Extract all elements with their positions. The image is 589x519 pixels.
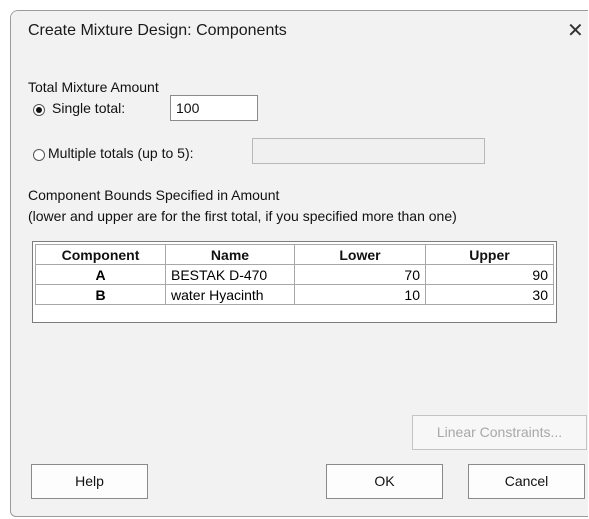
cancel-button[interactable]: Cancel [468,464,585,499]
multiple-totals-label: Multiple totals (up to 5): [48,145,194,161]
cell-component[interactable]: B [35,284,166,305]
bounds-heading: Component Bounds Specified in Amount [28,187,280,203]
bounds-note: (lower and upper are for the first total… [28,208,457,224]
linear-constraints-button[interactable]: Linear Constraints... [412,415,587,450]
column-header-upper: Upper [425,244,554,265]
table-row: A BESTAK D-470 70 90 [35,264,554,285]
ok-button[interactable]: OK [326,464,443,499]
cell-upper[interactable]: 30 [425,284,554,305]
multiple-totals-input[interactable] [252,138,485,164]
total-mixture-heading: Total Mixture Amount [28,79,159,95]
dialog-title: Create Mixture Design: Components [28,22,287,39]
cell-name[interactable]: water Hyacinth [165,284,295,305]
cell-lower[interactable]: 10 [294,284,426,305]
table-row: B water Hyacinth 10 30 [35,284,554,305]
cell-component[interactable]: A [35,264,166,285]
column-header-component: Component [35,244,166,265]
column-header-name: Name [165,244,295,265]
cell-upper[interactable]: 90 [425,264,554,285]
components-grid[interactable]: Component Name Lower Upper A BESTAK D-47… [32,241,557,323]
single-total-label: Single total: [52,100,126,116]
title-bar: Create Mixture Design: Components ✕ [11,11,588,53]
cell-name[interactable]: BESTAK D-470 [165,264,295,285]
close-icon[interactable]: ✕ [567,20,587,42]
cell-lower[interactable]: 70 [294,264,426,285]
help-button[interactable]: Help [31,464,148,499]
column-header-lower: Lower [294,244,426,265]
multiple-totals-radio[interactable] [33,149,45,161]
table-header-row: Component Name Lower Upper [35,244,554,265]
components-table: Component Name Lower Upper A BESTAK D-47… [35,244,554,305]
single-total-radio[interactable] [33,104,45,116]
single-total-input[interactable] [170,95,258,121]
create-mixture-design-dialog: Create Mixture Design: Components ✕ Tota… [10,10,588,517]
